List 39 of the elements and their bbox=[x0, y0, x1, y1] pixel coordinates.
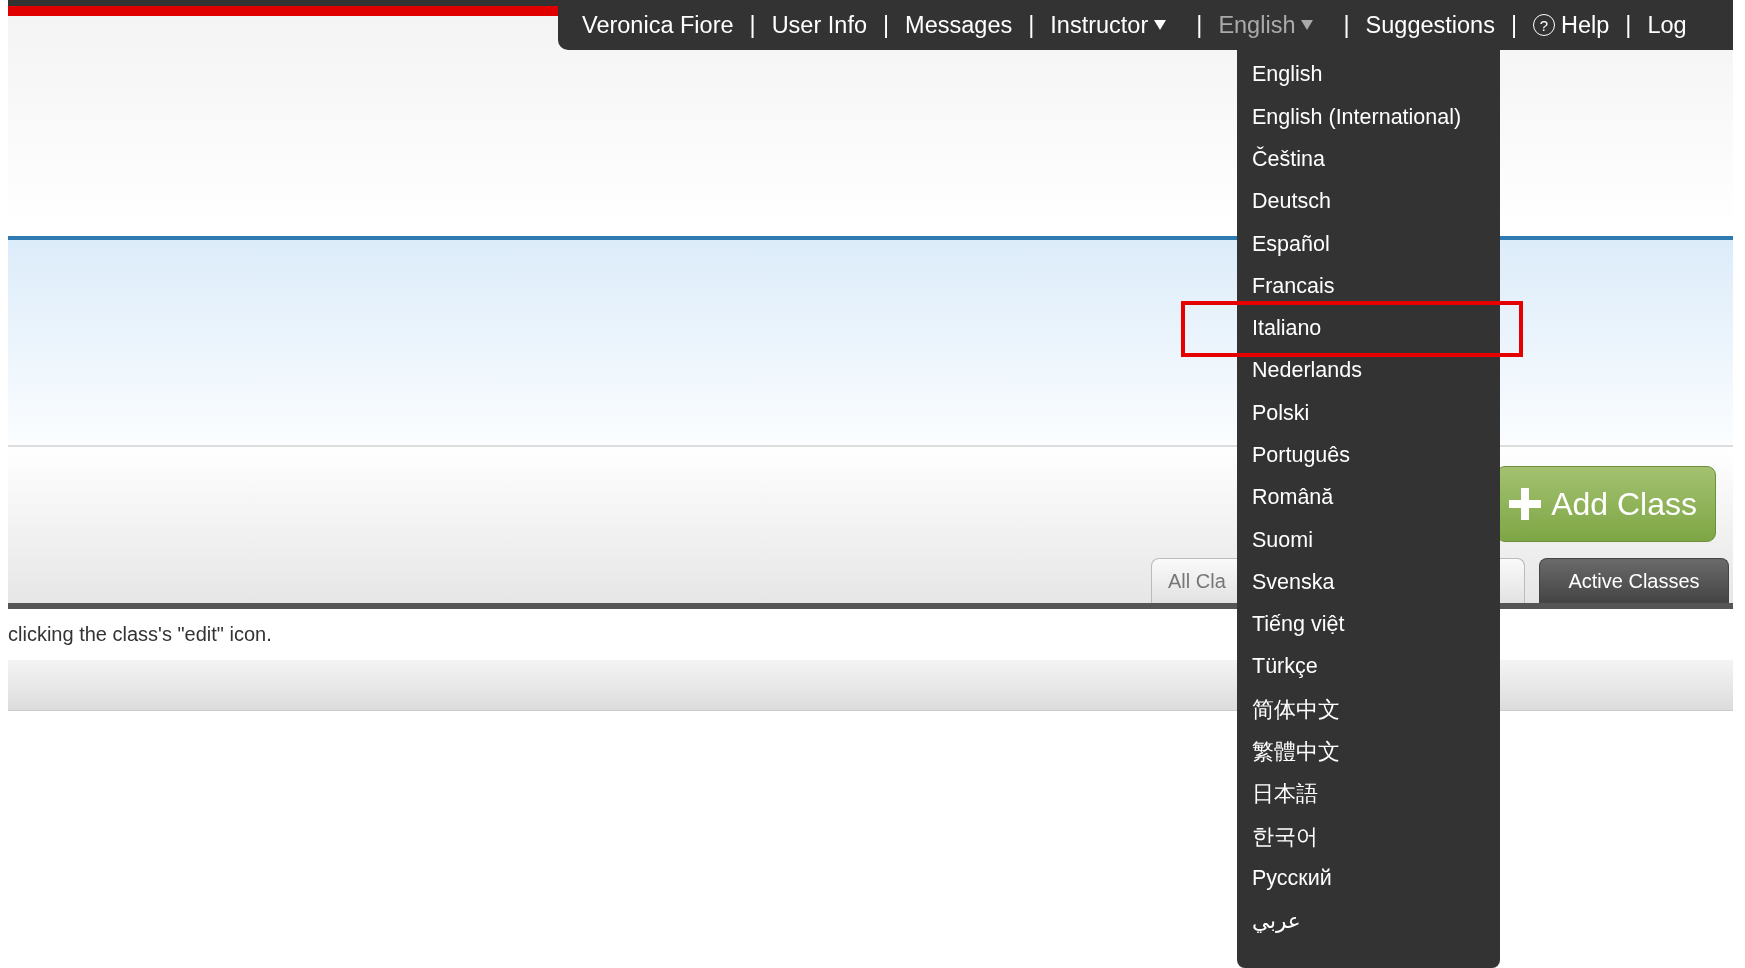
nav-link[interactable]: User Info bbox=[771, 11, 867, 39]
language-option[interactable]: 日本語 bbox=[1237, 780, 1500, 807]
language-option[interactable]: Español bbox=[1237, 231, 1500, 258]
nav-dropdown[interactable]: English bbox=[1218, 11, 1314, 39]
caret-icon bbox=[1154, 20, 1167, 30]
language-option[interactable]: Tiếng việt bbox=[1237, 611, 1500, 638]
plus-icon bbox=[1509, 488, 1542, 520]
language-option[interactable]: Svenska bbox=[1237, 569, 1500, 596]
language-option[interactable]: 한국어 bbox=[1237, 823, 1500, 850]
class-filter-tab[interactable]: Active Classes bbox=[1539, 558, 1729, 603]
language-option[interactable]: Čeština bbox=[1237, 146, 1500, 173]
language-option[interactable]: Türkçe bbox=[1237, 653, 1500, 680]
language-option[interactable]: English bbox=[1237, 62, 1500, 88]
nav-separator: | bbox=[1196, 11, 1203, 39]
instruction-text: clicking the class's "edit" icon. bbox=[8, 622, 272, 647]
help-link[interactable]: ? Help bbox=[1533, 11, 1610, 39]
language-option[interactable]: عربي bbox=[1237, 907, 1500, 934]
nav-separator: | bbox=[1510, 11, 1517, 39]
nav-separator: | bbox=[883, 11, 890, 39]
nav-separator: | bbox=[1343, 11, 1350, 39]
nav-separator: | bbox=[1028, 11, 1035, 39]
language-option[interactable]: Francais bbox=[1237, 273, 1500, 300]
nav-link[interactable]: Veronica Fiore bbox=[582, 11, 734, 39]
language-option[interactable]: English (International) bbox=[1237, 104, 1500, 131]
caret-icon bbox=[1301, 20, 1314, 30]
language-option[interactable]: Русский bbox=[1237, 865, 1500, 892]
nav-separator: | bbox=[1625, 11, 1632, 39]
language-option[interactable]: Polski bbox=[1237, 400, 1500, 427]
nav-link[interactable]: Suggestions bbox=[1365, 11, 1495, 39]
nav-link[interactable]: Log bbox=[1647, 11, 1687, 39]
language-option[interactable]: 繁體中文 bbox=[1237, 738, 1500, 765]
language-option[interactable]: Português bbox=[1237, 442, 1500, 469]
language-option[interactable]: Nederlands bbox=[1237, 357, 1500, 384]
language-option[interactable]: Deutsch bbox=[1237, 188, 1500, 215]
nav-dropdown[interactable]: Instructor bbox=[1050, 11, 1167, 39]
language-option[interactable]: Italiano bbox=[1237, 315, 1500, 342]
nav-separator: | bbox=[749, 11, 756, 39]
language-option[interactable]: 简体中文 bbox=[1237, 696, 1500, 723]
nav-link[interactable]: Messages bbox=[905, 11, 1013, 39]
